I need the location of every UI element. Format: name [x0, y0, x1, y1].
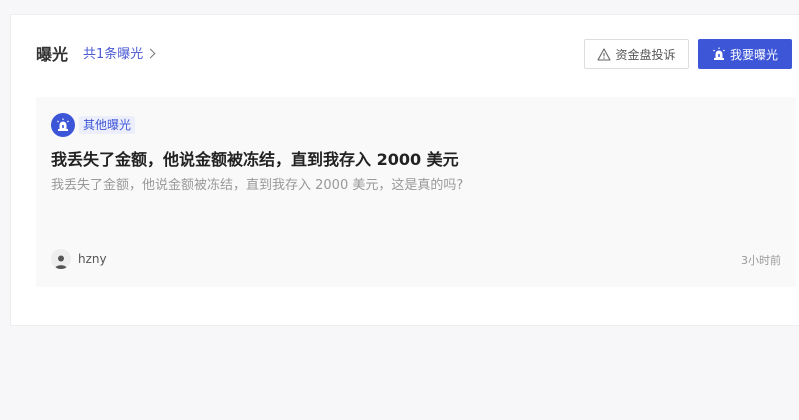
- card-header: 曝光 共1条曝光 资金盘投诉 我要曝光: [11, 39, 799, 71]
- page-title: 曝光: [36, 45, 69, 64]
- expose-button-label: 我要曝光: [729, 47, 778, 62]
- report-exposure-button[interactable]: 我要曝光: [698, 39, 792, 69]
- post-category: 其他曝光: [51, 113, 136, 137]
- post-title[interactable]: 我丢失了金额，他说金额被冻结，直到我存入 2000 美元: [51, 149, 459, 171]
- post-time: 3小时前: [741, 254, 781, 267]
- post-author[interactable]: hzny: [51, 249, 107, 269]
- user-silhouette-icon: [55, 255, 67, 269]
- chevron-right-icon: [145, 48, 156, 59]
- exposure-count-label: 共1条曝光: [83, 47, 144, 62]
- exposure-count-link[interactable]: 共1条曝光: [83, 47, 156, 63]
- post-description: 我丢失了金额，他说金额被冻结，直到我存入 2000 美元，这是真的吗?: [51, 178, 464, 193]
- author-name: hzny: [78, 252, 107, 266]
- warning-triangle-icon: [597, 47, 612, 61]
- alarm-siren-icon: [57, 118, 69, 131]
- alarm-siren-icon: [713, 47, 725, 60]
- category-label: 其他曝光: [79, 116, 136, 134]
- fund-scheme-complaint-button[interactable]: 资金盘投诉: [584, 39, 689, 69]
- category-icon-badge: [51, 113, 75, 137]
- exposure-card: 曝光 共1条曝光 资金盘投诉 我要曝光 其他曝光 我丢失了金额，他说金额被冻结，…: [10, 14, 799, 326]
- exposure-post[interactable]: 其他曝光 我丢失了金额，他说金额被冻结，直到我存入 2000 美元 我丢失了金额…: [36, 97, 796, 287]
- complain-button-label: 资金盘投诉: [615, 47, 676, 62]
- avatar: [51, 249, 71, 269]
